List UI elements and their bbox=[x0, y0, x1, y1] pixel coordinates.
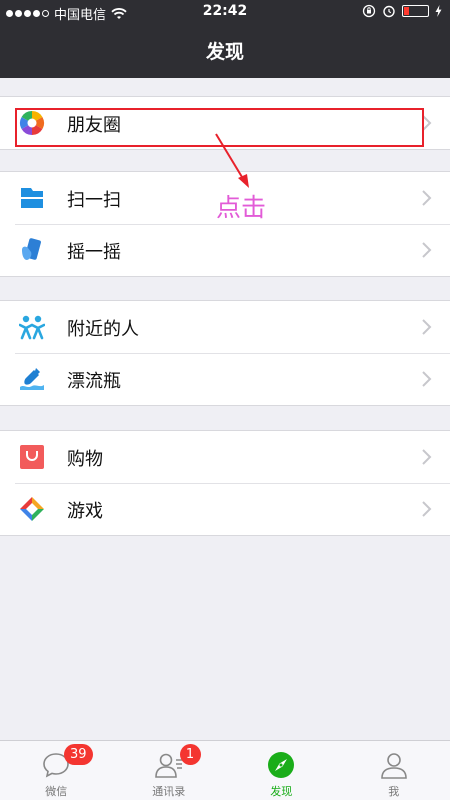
group-shopping-games: 购物 游戏 bbox=[0, 430, 450, 536]
tab-me[interactable]: 我 bbox=[338, 741, 450, 800]
chevron-right-icon bbox=[422, 190, 432, 206]
cell-shopping[interactable]: 购物 bbox=[0, 431, 450, 483]
tab-label-discover: 发现 bbox=[270, 785, 293, 798]
cell-games[interactable]: 游戏 bbox=[0, 483, 450, 535]
chats-badge: 39 bbox=[64, 744, 93, 765]
tab-label-me: 我 bbox=[388, 785, 400, 798]
cell-label-shopping: 购物 bbox=[67, 449, 103, 470]
chevron-right-icon bbox=[422, 319, 432, 335]
cell-label-games: 游戏 bbox=[67, 501, 103, 522]
tab-label-chats: 微信 bbox=[45, 785, 68, 798]
nav-bar: 发现 bbox=[0, 24, 450, 78]
group-nearby-bottle: 附近的人 漂流瓶 bbox=[0, 300, 450, 406]
cell-label-shake: 摇一摇 bbox=[67, 242, 121, 263]
charging-icon bbox=[435, 5, 442, 17]
games-icon bbox=[20, 497, 44, 521]
chevron-right-icon bbox=[422, 242, 432, 258]
chevron-right-icon bbox=[422, 371, 432, 387]
alarm-icon bbox=[383, 5, 395, 18]
chevron-right-icon bbox=[422, 449, 432, 465]
people-nearby-icon bbox=[19, 315, 45, 340]
tab-bar: 39 微信 1 通讯录 发现 我 bbox=[0, 740, 450, 800]
status-bar: 中国电信 22:42 bbox=[0, 0, 450, 24]
me-icon bbox=[380, 753, 407, 779]
shake-icon bbox=[22, 238, 41, 260]
drift-bottle-icon bbox=[20, 368, 44, 390]
tab-contacts[interactable]: 1 通讯录 bbox=[113, 741, 226, 800]
annotation-label: 点击 bbox=[216, 193, 267, 222]
battery-icon bbox=[402, 5, 429, 17]
shopping-icon bbox=[20, 445, 44, 469]
cell-shake[interactable]: 摇一摇 bbox=[0, 224, 450, 276]
cell-people-nearby[interactable]: 附近的人 bbox=[0, 301, 450, 353]
tab-label-contacts: 通讯录 bbox=[152, 785, 186, 798]
arrow-annotation-icon bbox=[215, 133, 249, 188]
status-right bbox=[362, 4, 442, 18]
orientation-lock-icon bbox=[362, 4, 376, 18]
cell-drift-bottle[interactable]: 漂流瓶 bbox=[0, 353, 450, 405]
tab-chats[interactable]: 39 微信 bbox=[0, 741, 113, 800]
contacts-badge: 1 bbox=[179, 744, 201, 765]
cell-label-moments: 朋友圈 bbox=[67, 115, 121, 136]
cell-label-drift-bottle: 漂流瓶 bbox=[67, 371, 121, 392]
moments-icon bbox=[19, 111, 45, 135]
chevron-right-icon bbox=[422, 115, 432, 131]
tab-discover[interactable]: 发现 bbox=[225, 741, 338, 800]
page-title: 发现 bbox=[205, 41, 244, 63]
compass-icon bbox=[268, 752, 295, 778]
scan-icon bbox=[20, 188, 44, 208]
cell-label-scan: 扫一扫 bbox=[67, 190, 121, 211]
cell-label-people-nearby: 附近的人 bbox=[67, 319, 139, 340]
chevron-right-icon bbox=[422, 501, 432, 517]
